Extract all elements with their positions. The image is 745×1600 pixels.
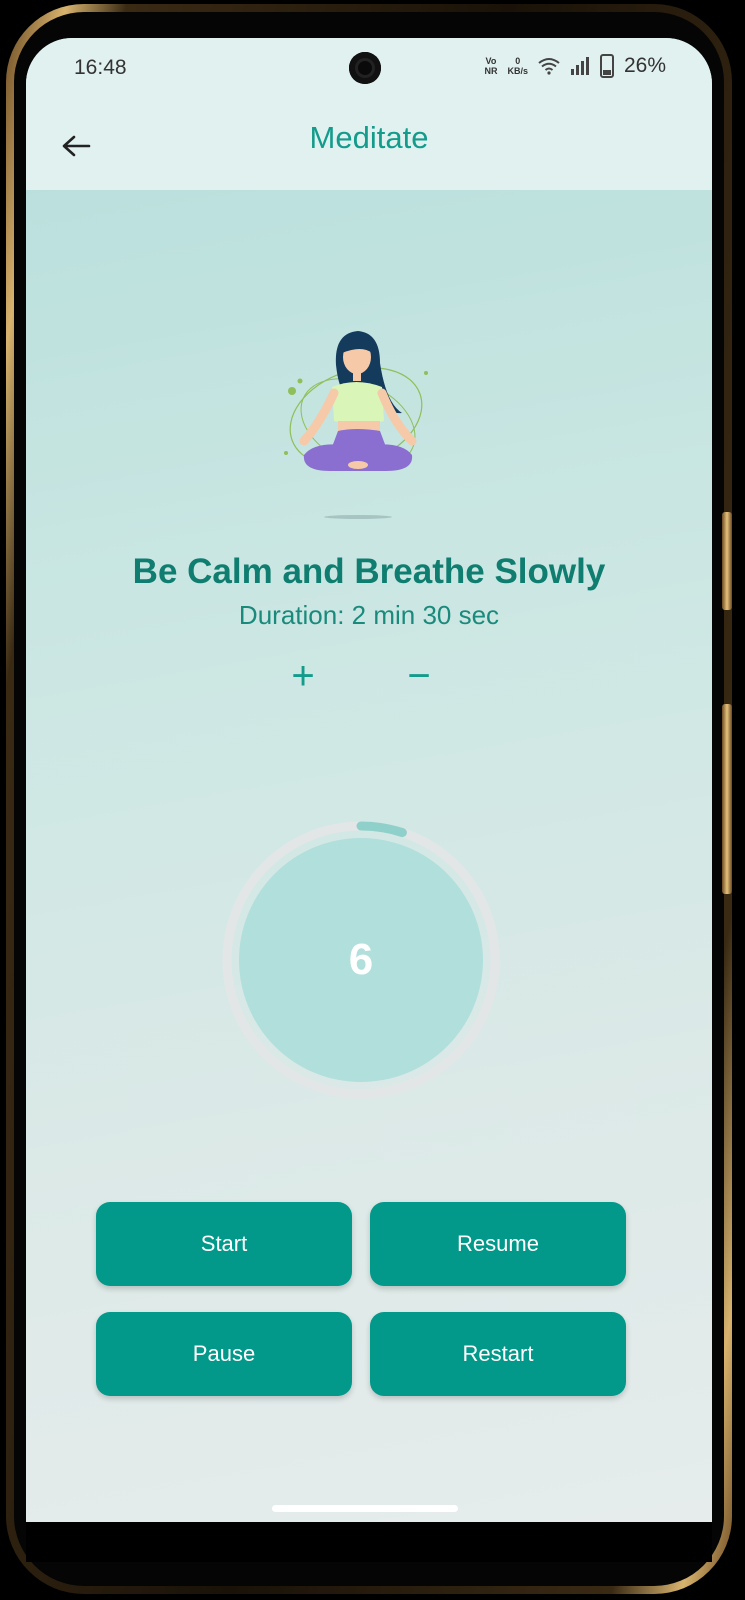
navigation-bar (26, 1522, 712, 1562)
duration-label: Duration: 2 min 30 sec (238, 600, 500, 630)
restart-button-label: Restart (462, 1341, 534, 1366)
increase-duration-button[interactable]: + (278, 653, 328, 698)
home-indicator[interactable] (272, 1505, 458, 1512)
plus-icon: + (291, 653, 315, 698)
network-speed: 0 KB/s (507, 56, 528, 76)
start-button-label: Start (200, 1231, 248, 1256)
resume-button[interactable]: Resume (370, 1202, 626, 1286)
volte-icon: Vo NR (484, 56, 498, 76)
screen: 16:48 Vo NR 0 KB/s 26% Meditate Be Calm … (26, 38, 712, 1522)
decrease-duration-button[interactable]: − (394, 653, 444, 698)
front-camera (349, 52, 381, 84)
page-title: Meditate (309, 120, 429, 155)
pause-button-label: Pause (192, 1341, 256, 1366)
meditation-illustration (284, 331, 428, 519)
volume-button (722, 512, 732, 610)
signal-icon (570, 57, 589, 75)
resume-button-label: Resume (457, 1231, 539, 1256)
restart-button[interactable]: Restart (370, 1312, 626, 1396)
minus-icon: − (407, 653, 431, 698)
status-time: 16:48 (74, 56, 127, 79)
battery-icon (599, 54, 614, 78)
timer-count: 6 (348, 935, 374, 984)
start-button[interactable]: Start (96, 1202, 352, 1286)
heading: Be Calm and Breathe Slowly (132, 552, 606, 591)
pause-button[interactable]: Pause (96, 1312, 352, 1396)
breath-timer: 6 (219, 818, 503, 1102)
status-icons: Vo NR 0 KB/s 26% (484, 54, 666, 78)
timer-circle: 6 (239, 838, 483, 1082)
battery-percent: 26% (623, 54, 666, 77)
status-bar: 16:48 Vo NR 0 KB/s 26% (26, 38, 712, 98)
power-button (722, 704, 732, 894)
wifi-icon (538, 58, 560, 75)
app-bar: Meditate (26, 98, 712, 190)
